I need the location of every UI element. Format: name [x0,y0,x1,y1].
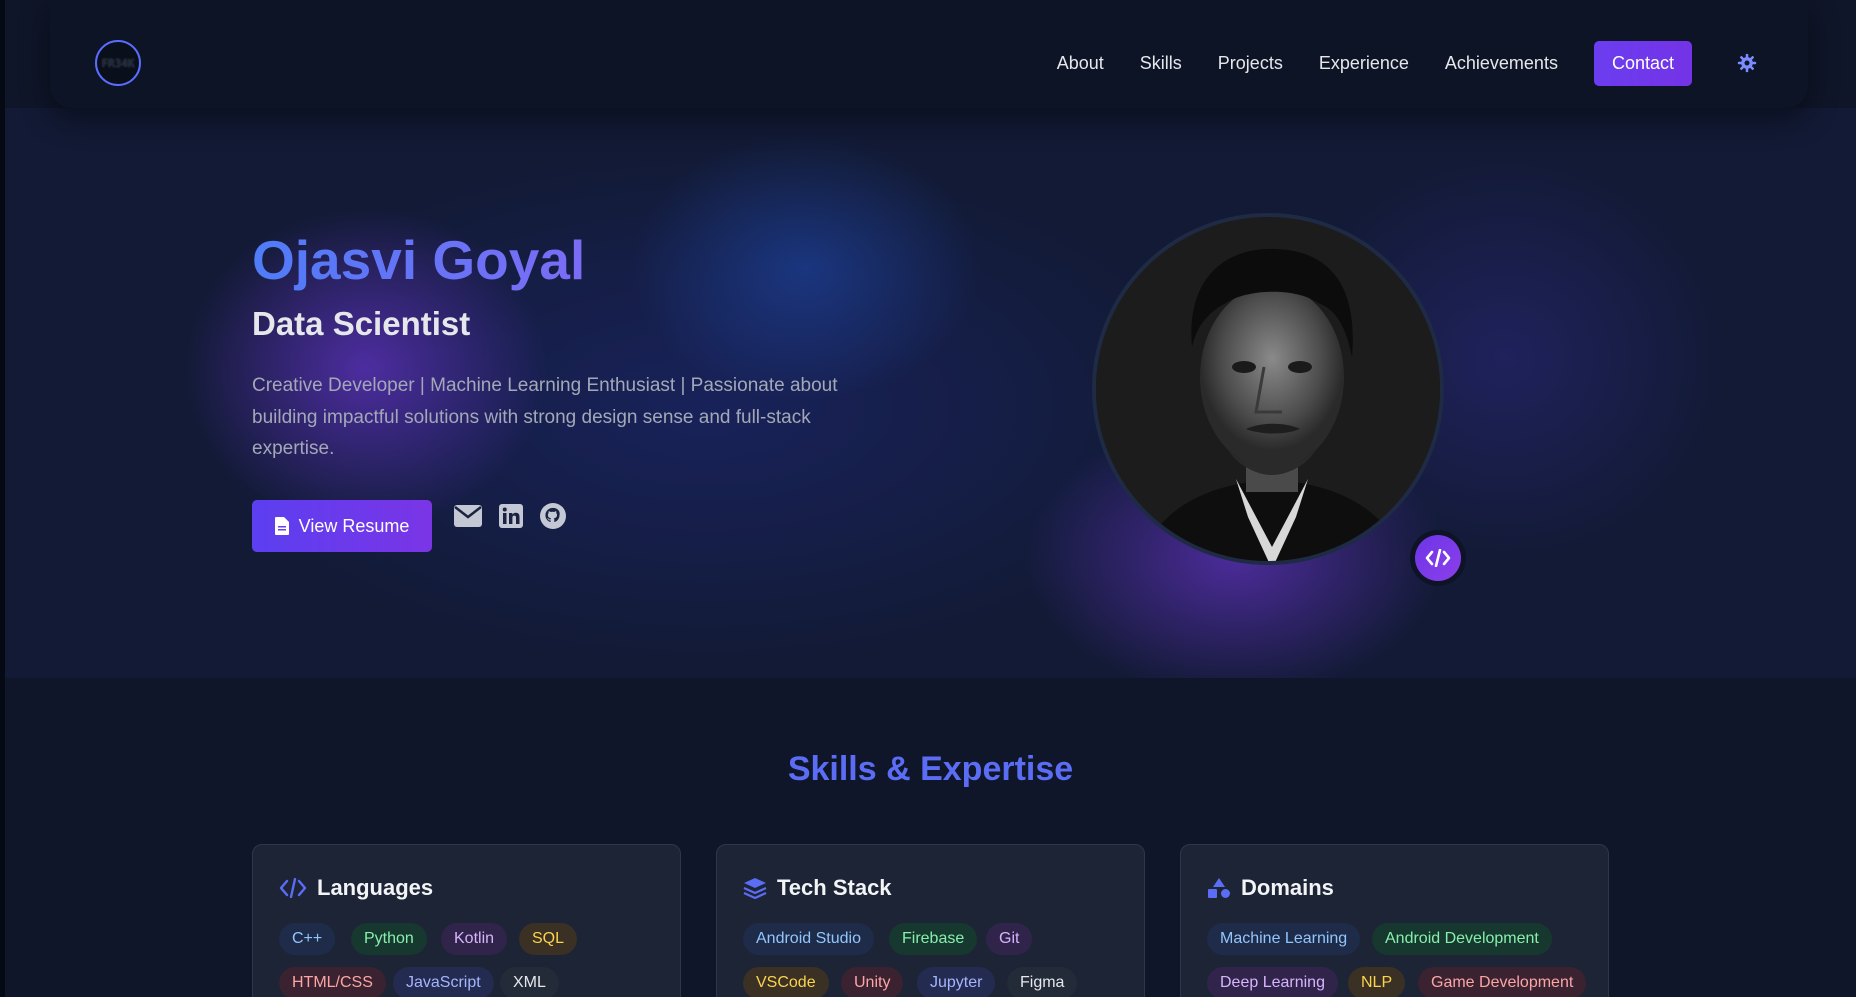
layers-icon [743,878,767,899]
skill-tag: VSCode [743,967,829,997]
skills-card-domains: Domains Machine Learning Android Develop… [1180,844,1609,997]
skills-section-title: Skills & Expertise [787,750,1074,788]
contact-button[interactable]: Contact [1593,40,1692,86]
linkedin-icon[interactable] [495,500,527,532]
skill-tag: NLP [1348,967,1406,997]
site-logo[interactable]: FR34K [95,40,141,86]
skill-tag: Game Development [1418,967,1587,997]
view-resume-label: View Resume [298,515,410,536]
nav-link-about[interactable]: About [1057,53,1104,74]
skill-tag: Unity [841,967,904,997]
skills-card-languages: Languages C++ Python Kotlin SQL HTML/CSS… [252,844,681,997]
skill-tag: JavaScript [393,967,494,997]
view-resume-button[interactable]: View Resume [252,500,432,552]
logo-text: FR34K [101,56,135,70]
nav-link-skills[interactable]: Skills [1140,53,1182,74]
hero-role: Data Scientist [252,305,471,342]
skill-tag: SQL [519,923,578,955]
nav-links: About Skills Projects Experience Achieve… [1057,40,1758,86]
skills-card-tech-stack: Tech Stack Android Studio Firebase Git V… [716,844,1145,997]
code-icon [1415,535,1461,581]
card-title: Domains [1241,875,1334,900]
skill-tag: XML [500,967,559,997]
hero-description: Creative Developer | Machine Learning En… [252,375,838,459]
hero-section: Ojasvi Goyal Data Scientist Creative Dev… [5,108,1856,678]
code-badge [1410,530,1466,586]
skill-tag: Kotlin [441,923,508,955]
shapes-icon [1208,878,1230,898]
nav-link-experience[interactable]: Experience [1319,53,1409,74]
skill-tag: Android Studio [743,923,874,955]
skill-tag: Firebase [889,923,978,955]
skill-tag: C++ [279,923,336,955]
gear-icon[interactable] [1736,52,1758,74]
skill-tag: HTML/CSS [279,967,386,997]
file-icon [274,517,289,535]
skill-tag: Android Development [1372,923,1552,955]
skill-tag: Git [986,923,1033,955]
card-title: Tech Stack [777,875,892,900]
skill-tag: Machine Learning [1207,923,1361,955]
skill-tag: Python [351,923,427,955]
skill-tag: Deep Learning [1207,967,1338,997]
hero-name: Ojasvi Goyal [252,229,586,291]
github-icon[interactable] [537,500,569,532]
card-title: Languages [317,875,434,900]
code-icon [279,878,307,898]
skill-tag: Jupyter [917,967,996,997]
envelope-icon[interactable] [452,500,484,532]
skill-tag: Figma [1007,967,1078,997]
nav-link-achievements[interactable]: Achievements [1445,53,1558,74]
navbar: FR34K About Skills Projects Experience A… [50,0,1808,108]
nav-link-projects[interactable]: Projects [1218,53,1283,74]
profile-photo [1092,213,1444,565]
